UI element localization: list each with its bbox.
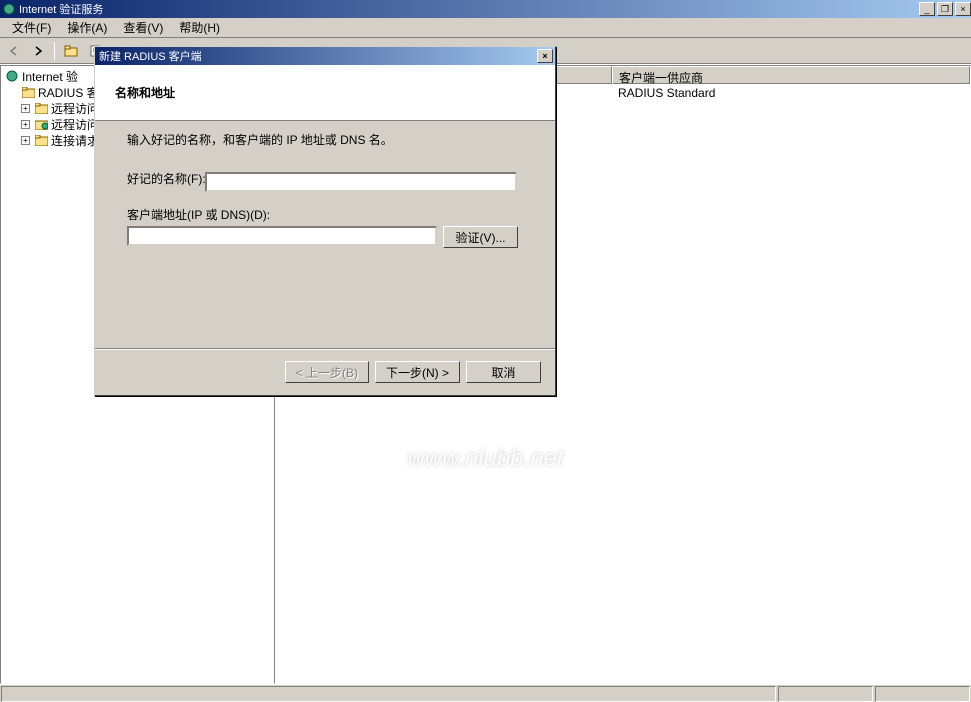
folder-icon xyxy=(34,101,48,115)
dialog-hint: 输入好记的名称，和客户端的 IP 地址或 DNS 名。 xyxy=(127,131,523,148)
restore-button[interactable]: ❐ xyxy=(937,2,953,16)
tree-remote1-label: 远程访问 xyxy=(51,100,99,117)
menubar: 文件(F) 操作(A) 查看(V) 帮助(H) xyxy=(0,18,971,38)
client-address-input[interactable] xyxy=(127,226,437,246)
minimize-button[interactable]: _ xyxy=(919,2,935,16)
next-button[interactable]: 下一步(N) > xyxy=(375,361,460,383)
status-cell xyxy=(778,686,873,702)
menu-action[interactable]: 操作(A) xyxy=(59,17,115,38)
back-button[interactable] xyxy=(4,41,24,61)
policy-icon xyxy=(34,117,48,131)
dialog-header-text: 名称和地址 xyxy=(115,84,175,101)
close-button[interactable]: × xyxy=(955,2,971,16)
verify-button[interactable]: 验证(V)... xyxy=(443,226,518,248)
tree-root-label: Internet 验 xyxy=(22,68,78,85)
statusbar xyxy=(0,684,971,702)
dialog-titlebar: 新建 RADIUS 客户端 × xyxy=(95,47,555,65)
dialog-close-button[interactable]: × xyxy=(537,49,553,63)
new-radius-client-dialog: 新建 RADIUS 客户端 × 名称和地址 输入好记的名称，和客户端的 IP 地… xyxy=(94,46,556,396)
menu-help[interactable]: 帮助(H) xyxy=(171,17,228,38)
titlebar: Internet 验证服务 _ ❐ × xyxy=(0,0,971,18)
col-vendor[interactable]: 客户端一供应商 xyxy=(612,66,970,84)
tree-remote2-label: 远程访问 xyxy=(51,116,99,133)
expand-icon[interactable]: + xyxy=(21,136,30,145)
menu-file[interactable]: 文件(F) xyxy=(4,17,59,38)
dialog-footer: < 上一步(B) 下一步(N) > 取消 xyxy=(95,348,555,383)
folder-icon xyxy=(21,85,35,99)
menu-view[interactable]: 查看(V) xyxy=(115,17,171,38)
expand-icon[interactable]: + xyxy=(21,120,30,129)
window-title: Internet 验证服务 xyxy=(19,1,917,17)
back-button: < 上一步(B) xyxy=(285,361,369,383)
status-cell xyxy=(875,686,970,702)
server-icon xyxy=(5,69,19,83)
cancel-button[interactable]: 取消 xyxy=(466,361,541,383)
client-address-label: 客户端地址(IP 或 DNS)(D): xyxy=(127,206,523,223)
cell-vendor: RADIUS Standard xyxy=(618,86,964,100)
app-icon xyxy=(2,2,16,16)
folder-icon xyxy=(34,133,48,147)
tree-radius-label: RADIUS 客 xyxy=(38,84,99,101)
expand-icon[interactable]: + xyxy=(21,104,30,113)
forward-button[interactable] xyxy=(28,41,48,61)
tree-conn-label: 连接请求 xyxy=(51,132,99,149)
status-main xyxy=(1,686,776,702)
friendly-name-input[interactable] xyxy=(205,172,517,192)
toolbar-separator xyxy=(54,42,55,60)
up-button[interactable] xyxy=(61,41,81,61)
dialog-title: 新建 RADIUS 客户端 xyxy=(99,48,537,64)
dialog-header: 名称和地址 xyxy=(95,65,555,121)
